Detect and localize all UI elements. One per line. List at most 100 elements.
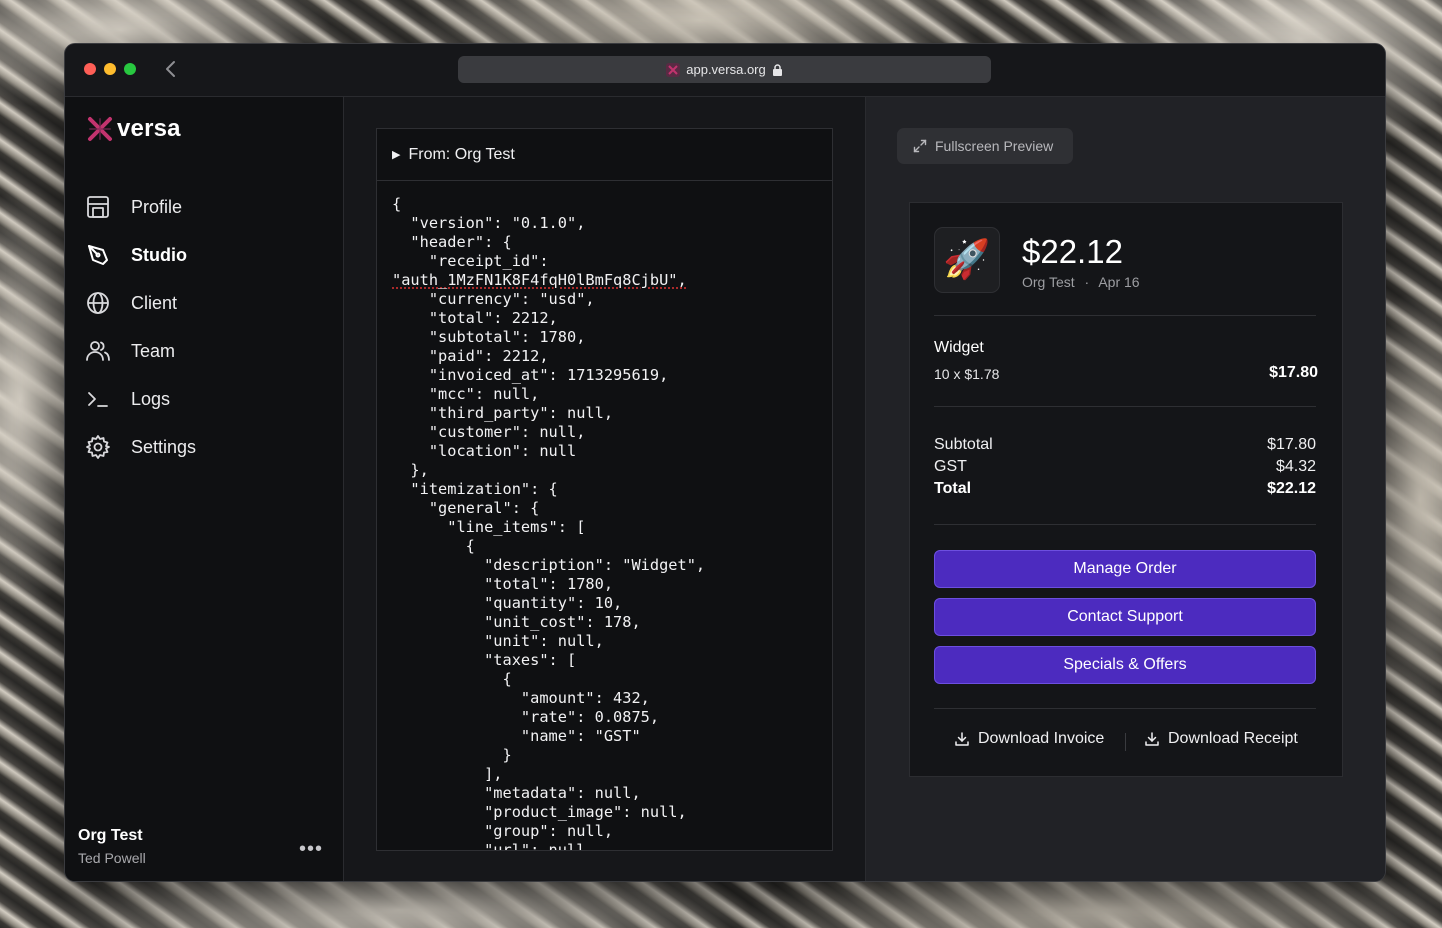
download-invoice-label: Download Invoice [978,730,1105,747]
versa-logo-icon [88,117,112,141]
receipt-meta: Org Test · Apr 16 [1022,274,1140,290]
json-line: "url": null [484,841,586,851]
line-item-price: $17.80 [1269,364,1318,381]
json-line: "total": 2212, [428,309,558,327]
subtotal-row: Subtotal $17.80 [934,434,1316,456]
json-line: "third_party": null, [428,404,614,422]
tax-row: GST $4.32 [934,456,1316,478]
storefront-icon [87,196,109,218]
json-line: "receipt_id": [428,252,549,270]
org-name: Org Test [78,827,143,844]
json-line: "amount": 432, [520,689,650,707]
download-icon [1145,732,1159,746]
json-line: "subtotal": 1780, [428,328,586,346]
receipt-amount: $22.12 [1022,233,1123,270]
sidebar-item-label: Logs [131,388,171,409]
json-line: "itemization": { [410,480,558,498]
chevron-left-icon[interactable] [161,56,181,82]
preview-panel: Fullscreen Preview 🚀 $22.12 Org Test · A… [866,97,1385,881]
brand-name: versa [117,115,181,142]
address-bar[interactable]: app.versa.org [458,56,991,83]
sidebar-item-client[interactable]: Client [65,279,343,327]
total-row: Total $22.12 [934,478,1316,500]
more-options-icon[interactable]: ••• [299,839,323,859]
pen-tool-icon [88,245,108,265]
json-line: { [502,670,512,688]
gear-icon [86,435,110,459]
divider [934,708,1316,709]
specials-offers-button[interactable]: Specials & Offers [934,646,1316,684]
rocket-icon: 🚀 [934,227,1000,293]
json-line: "unit_cost": 178, [484,613,641,631]
json-line: "invoiced_at": 1713295619, [428,366,669,384]
user-name: Ted Powell [78,850,146,866]
sidebar-item-logs[interactable]: Logs [65,375,343,423]
json-line: "product_image": null, [484,803,687,821]
json-line: } [502,746,512,764]
browser-titlebar: app.versa.org [65,44,1385,97]
tax-value: $4.32 [1275,458,1316,475]
minimize-window-button[interactable] [104,63,116,75]
total-label: Total [934,480,972,497]
sidebar-item-label: Settings [131,436,197,457]
maximize-window-button[interactable] [124,63,136,75]
merchant-name: Org Test [1022,274,1075,290]
json-line: ], [484,765,503,783]
fullscreen-preview-button[interactable]: Fullscreen Preview [897,128,1073,164]
sidebar-item-label: Profile [131,196,183,217]
details-summary-label: From: Org Test [408,145,515,163]
contact-support-button[interactable]: Contact Support [934,598,1316,636]
subtotal-label: Subtotal [934,436,993,453]
subtotal-value: $17.80 [1267,436,1316,453]
sidebar-item-team[interactable]: Team [65,327,343,375]
json-line: "currency": "usd", [428,290,595,308]
manage-order-button[interactable]: Manage Order [934,550,1316,588]
versa-favicon-icon [666,62,681,77]
meta-separator: · [1084,274,1090,290]
json-line: "group": null, [484,822,614,840]
sidebar-item-settings[interactable]: Settings [65,423,343,471]
total-value: $22.12 [1267,480,1316,497]
users-icon [86,341,110,361]
download-icon [955,732,969,746]
download-receipt-label: Download Receipt [1168,730,1298,747]
user-account[interactable]: Org Test Ted Powell [78,827,146,866]
receipt-json-details: ▶ From: Org Test { "version": "0.1.0", "… [376,128,833,851]
totals-section: Subtotal $17.80 GST $4.32 Total $22.12 [934,434,1316,500]
json-line: "paid": 2212, [428,347,549,365]
sidebar: versa Profile Studio Client Team Logs Se… [65,97,344,881]
json-line: "unit": null, [484,632,604,650]
download-receipt-link[interactable]: Download Receipt [1144,730,1298,748]
json-line: { [392,195,402,213]
close-window-button[interactable] [84,63,96,75]
download-invoice-link[interactable]: Download Invoice [954,730,1104,748]
sidebar-item-label: Team [131,340,176,361]
terminal-icon [88,392,108,407]
fullscreen-preview-label: Fullscreen Preview [935,138,1054,154]
disclosure-triangle-icon: ▶ [392,149,401,161]
json-line: "rate": 0.0875, [520,708,660,726]
expand-icon [913,139,927,153]
globe-icon [87,292,109,314]
lock-icon [772,63,782,76]
details-summary[interactable]: ▶ From: Org Test [377,129,832,181]
sidebar-item-profile[interactable]: Profile [65,183,343,231]
json-line: "line_items": [ [447,518,586,536]
url-text: app.versa.org [686,62,766,77]
json-line: "quantity": 10, [484,594,623,612]
sidebar-nav: Profile Studio Client Team Logs Settings [65,183,343,471]
brand-logo[interactable]: versa [87,115,181,143]
json-line: "description": "Widget", [484,556,706,574]
json-line: "taxes": [ [484,651,577,669]
line-item-name: Widget [934,339,984,356]
divider [934,315,1316,316]
json-line: "total": 1780, [484,575,614,593]
json-panel: ▶ From: Org Test { "version": "0.1.0", "… [344,97,866,881]
json-line: "mcc": null, [428,385,540,403]
sidebar-item-label: Client [131,292,178,313]
sidebar-item-studio[interactable]: Studio [65,231,343,279]
json-line: "customer": null, [428,423,586,441]
json-code-block: { "version": "0.1.0", "header": { "recei… [377,181,832,851]
sidebar-item-label: Studio [131,244,187,265]
json-line: "version": "0.1.0", [410,214,586,232]
